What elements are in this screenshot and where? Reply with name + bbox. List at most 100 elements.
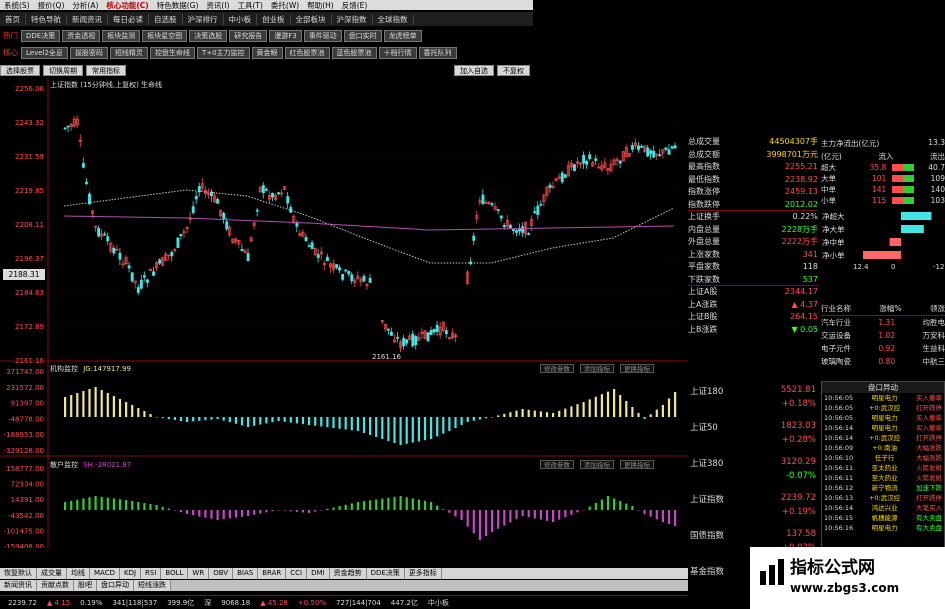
anomaly-row[interactable]: 10:56:05 明星电力 买入撤单 xyxy=(822,413,944,423)
panel1-modify-params-button[interactable]: 修改参数 xyxy=(540,364,574,373)
menu-item-4[interactable]: 特色数据(G) xyxy=(153,0,203,10)
retail-bar xyxy=(381,498,384,510)
indicator-tab-8[interactable]: OBV xyxy=(209,568,234,579)
ticker-item-5: 深 xyxy=(204,598,212,607)
toolbar-button-1-9[interactable]: 龙虎榜单 xyxy=(383,29,422,42)
nav-item-6[interactable]: 中小板 xyxy=(224,13,257,25)
nav-item-0[interactable]: 首页 xyxy=(0,13,26,25)
institution-bar xyxy=(655,409,658,417)
anomaly-row[interactable]: 10:56:12 新宁物流 加速下跌 xyxy=(822,483,944,493)
nav-item-7[interactable]: 创业板 xyxy=(257,13,291,25)
anomaly-row[interactable]: 10:56:11 亚太药业 火箭发射 xyxy=(822,463,944,473)
add-watchlist-button[interactable]: 加入自选 xyxy=(454,64,494,76)
toolbar-button-2-2[interactable]: 短线精灵 xyxy=(109,46,148,59)
nav-item-2[interactable]: 新闻资讯 xyxy=(67,13,108,25)
indicator-tab-9[interactable]: BIAS xyxy=(233,568,259,579)
toolbar-button-2-7[interactable]: 蓝色股票池 xyxy=(331,46,377,59)
info-tab-4[interactable]: 短线涨跌 xyxy=(134,580,171,591)
nav-item-4[interactable]: 自选股 xyxy=(149,13,183,25)
toolbar-button-2-4[interactable]: T+0主力监控 xyxy=(196,46,250,59)
toolbar-button-1-4[interactable]: 决策选股 xyxy=(189,29,228,42)
stat-value: 44504307手 xyxy=(769,137,818,146)
toolbar-button-1-0[interactable]: DDE决策 xyxy=(21,29,61,42)
indicator-tab-5[interactable]: RSI xyxy=(141,568,162,579)
anomaly-row[interactable]: 10:56:14 +0:武汉控 打开跌停 xyxy=(822,433,944,443)
menu-item-3[interactable]: 核心功能(C) xyxy=(102,0,152,10)
industry-row[interactable]: 交运设备 1.02 万安科 xyxy=(821,329,945,342)
industry-row[interactable]: 玻璃陶瓷 0.80 中航三 xyxy=(821,355,945,368)
indicator-tab-10[interactable]: BRAR xyxy=(258,568,287,579)
index-row[interactable]: 上证180 5521.81 +0.18% xyxy=(688,381,818,417)
no-adjust-button[interactable]: 不复权 xyxy=(497,64,530,76)
nav-item-5[interactable]: 沪深排行 xyxy=(183,13,224,25)
indicator-tab-6[interactable]: BOLL xyxy=(161,568,189,579)
panel2-modify-params-button[interactable]: 修改参数 xyxy=(540,460,574,469)
panel2-change-indicator-button[interactable]: 更换指标 xyxy=(620,460,654,469)
panel2-add-indicator-button[interactable]: 添加指标 xyxy=(580,460,614,469)
anomaly-row[interactable]: 10:56:14 明星电力 买入撤单 xyxy=(822,423,944,433)
toolbar-button-2-1[interactable]: 拔股密码 xyxy=(69,46,108,59)
index-row[interactable]: 上证指数 2239.72 +0.19% xyxy=(688,489,818,525)
anomaly-row[interactable]: 10:56:16 明星电力 有大卖盘 xyxy=(822,523,944,533)
info-tab-3[interactable]: 盘口异动 xyxy=(97,580,134,591)
anomaly-row[interactable]: 10:56:10 任子行 大幅涨跌 xyxy=(822,453,944,463)
menu-item-7[interactable]: 委托(W) xyxy=(267,0,303,10)
toolbar-button-2-0[interactable]: Level2全息 xyxy=(21,46,68,59)
nav-item-3[interactable]: 每日必读 xyxy=(108,13,149,25)
toolbar-button-1-8[interactable]: 盘口实时 xyxy=(343,29,382,42)
toolbar-button-2-3[interactable]: 控盘生命线 xyxy=(149,46,195,59)
kline-chart[interactable]: 2256.06 2243.32 2231.59 2219.85 2208.11 2196.… xyxy=(0,78,690,548)
anomaly-row[interactable]: 10:56:09 +0:南油 大幅涨跌 xyxy=(822,443,944,453)
nav-item-1[interactable]: 特色导航 xyxy=(26,13,67,25)
indicator-tab-1[interactable]: 成交量 xyxy=(37,568,67,579)
indicator-tab-15[interactable]: 更多指标 xyxy=(404,568,442,579)
common-indicator-tab[interactable]: 常用指标 xyxy=(86,64,126,76)
menu-item-1[interactable]: 报价(Q) xyxy=(34,0,69,10)
indicator-tab-14[interactable]: DDE决策 xyxy=(366,568,405,579)
menu-item-9[interactable]: 反馈(E) xyxy=(338,0,372,10)
indicator-tab-0[interactable]: 恢复默认 xyxy=(0,568,37,579)
industry-row[interactable]: 电子元件 0.92 生益科 xyxy=(821,342,945,355)
toolbar-button-1-5[interactable]: 研究报告 xyxy=(229,29,268,42)
panel1-change-indicator-button[interactable]: 更换指标 xyxy=(620,364,654,373)
anomaly-row[interactable]: 10:56:15 帆穗能源 有大卖盘 xyxy=(822,513,944,523)
toolbar-button-2-9[interactable]: 委托队列 xyxy=(418,46,457,59)
info-tab-1[interactable]: 贡献点数 xyxy=(37,580,74,591)
industry-row[interactable]: 汽车行业 1.31 均胜电 xyxy=(821,316,945,329)
menu-item-2[interactable]: 分析(A) xyxy=(68,0,102,10)
info-tab-0[interactable]: 新闻资讯 xyxy=(0,580,37,591)
toolbar-button-1-6[interactable]: 漫游F3 xyxy=(269,29,302,42)
nav-item-9[interactable]: 沪深指数 xyxy=(332,13,373,25)
toolbar-button-1-7[interactable]: 事件驱动 xyxy=(303,29,342,42)
info-tab-2[interactable]: 股吧 xyxy=(74,580,97,591)
indicator-tab-13[interactable]: 资金趋势 xyxy=(329,568,367,579)
toolbar-button-1-2[interactable]: 板块监测 xyxy=(102,29,141,42)
menu-item-6[interactable]: 工具(T) xyxy=(233,0,266,10)
anomaly-row[interactable]: 10:56:05 +0:武汉控 打开跌停 xyxy=(822,403,944,413)
index-row[interactable]: 上证380 3120.29 -0.07% xyxy=(688,453,818,489)
anomaly-row[interactable]: 10:56:05 明星电力 买入撤单 xyxy=(822,393,944,403)
menu-item-0[interactable]: 系统(S) xyxy=(0,0,34,10)
toolbar-button-2-6[interactable]: 红色股票池 xyxy=(284,46,330,59)
menu-item-5[interactable]: 资讯(I) xyxy=(202,0,233,10)
indicator-tab-2[interactable]: 均线 xyxy=(67,568,90,579)
indicator-tab-12[interactable]: DMI xyxy=(307,568,330,579)
anomaly-row[interactable]: 10:56:13 +0:武汉控 打开跌停 xyxy=(822,493,944,503)
switch-period-tab[interactable]: 切换周期 xyxy=(43,64,83,76)
indicator-tab-4[interactable]: KDJ xyxy=(119,568,142,579)
anomaly-row[interactable]: 10:56:14 鸿达兴业 大笔买入 xyxy=(822,503,944,513)
menu-item-8[interactable]: 帮助(H) xyxy=(303,0,338,10)
indicator-tab-7[interactable]: WR xyxy=(188,568,210,579)
indicator-tab-3[interactable]: MACD xyxy=(90,568,120,579)
toolbar-button-2-8[interactable]: 十档行情 xyxy=(378,46,417,59)
toolbar-button-1-3[interactable]: 板块星空图 xyxy=(142,29,188,42)
toolbar-button-1-1[interactable]: 资金透视 xyxy=(62,29,101,42)
panel1-add-indicator-button[interactable]: 添加指标 xyxy=(580,364,614,373)
nav-item-8[interactable]: 全部板块 xyxy=(291,13,332,25)
select-stock-tab[interactable]: 选择股票 xyxy=(0,64,40,76)
index-row[interactable]: 上证50 1823.03 +0.28% xyxy=(688,417,818,453)
anomaly-row[interactable]: 10:56:11 至大药业 火箭发射 xyxy=(822,473,944,483)
indicator-tab-11[interactable]: CCI xyxy=(286,568,308,579)
nav-item-10[interactable]: 全球指数 xyxy=(373,13,414,25)
toolbar-button-2-5[interactable]: 黄金眼 xyxy=(251,46,283,59)
